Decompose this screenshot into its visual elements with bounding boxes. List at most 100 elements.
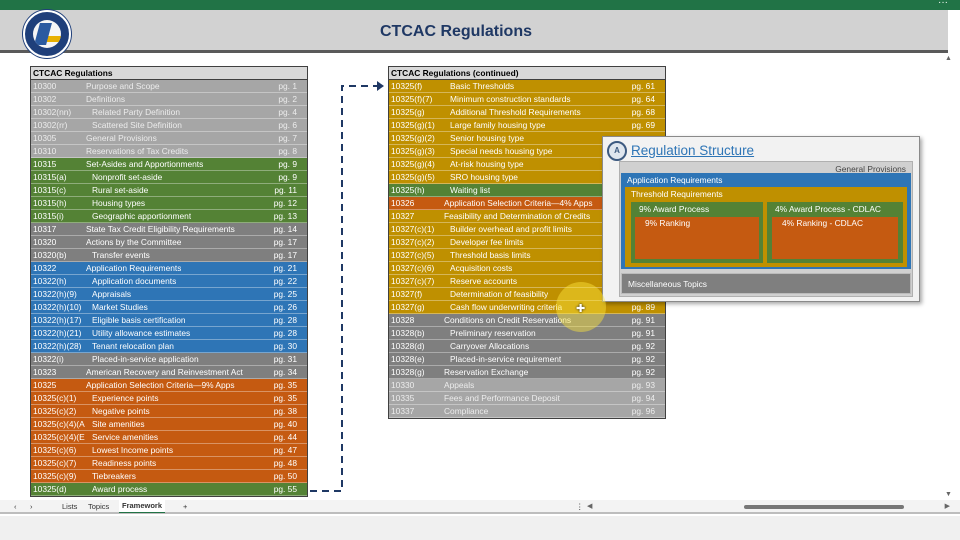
vertical-scrollbar[interactable]: ▲ ▼ — [940, 53, 960, 500]
table-row[interactable]: 10325(f) Basic Thresholds pg. 61 — [389, 80, 665, 93]
table-row[interactable]: 10322(h) Application documents pg. 22 — [31, 275, 307, 288]
table-row[interactable]: 10330 Appeals pg. 93 — [389, 379, 665, 392]
table-row[interactable]: 10310 Reservations of Tax Credits pg. 8 — [31, 145, 307, 158]
row-code: 10315 — [33, 159, 57, 169]
tab-lists[interactable]: Lists — [62, 502, 77, 511]
table-row[interactable]: 10322(h)(21) Utility allowance estimates p… — [31, 327, 307, 340]
ranking-9-box[interactable]: 9% Ranking — [635, 217, 759, 259]
connector-arrow — [310, 81, 384, 492]
row-desc: Set-Asides and Apportionments — [86, 159, 204, 169]
row-code: 10328(g) — [391, 367, 425, 377]
table-row[interactable]: 10325(c)(1) Experience points pg. 35 — [31, 392, 307, 405]
row-page: pg. 50 — [273, 471, 297, 481]
row-code: 10322(h)(9) — [33, 289, 77, 299]
scroll-left-icon[interactable]: ◀ — [587, 502, 592, 510]
table-row[interactable]: 10325(c)(9) Tiebreakers pg. 50 — [31, 470, 307, 483]
row-page: pg. 28 — [273, 328, 297, 338]
scroll-thumb[interactable] — [744, 505, 904, 509]
row-page: pg. 1 — [278, 81, 297, 91]
table-row[interactable]: 10315(h) Housing types pg. 12 — [31, 197, 307, 210]
row-desc: Service amenities — [92, 432, 159, 442]
table-row[interactable]: 10328(e) Placed-in-service requirement pg.… — [389, 353, 665, 366]
row-page: pg. 93 — [631, 380, 655, 390]
row-desc: State Tax Credit Eligibility Requirement… — [86, 224, 235, 234]
table-row[interactable]: 10325(g)(1) Large family housing type pg. … — [389, 119, 665, 132]
table-row[interactable]: 10328(g) Reservation Exchange pg. 92 — [389, 366, 665, 379]
table-row[interactable]: 10325(c)(4)(E Service amenities pg. 44 — [31, 431, 307, 444]
table-row[interactable]: 10315 Set-Asides and Apportionments pg. 9 — [31, 158, 307, 171]
table-row[interactable]: 10328 Conditions on Credit Reservations pg… — [389, 314, 665, 327]
row-page: pg. 96 — [631, 406, 655, 416]
misc-topics-box[interactable]: Miscellaneous Topics — [621, 273, 911, 294]
cursor-icon: ✚ — [576, 303, 586, 315]
table-row[interactable]: 10300 Purpose and Scope pg. 1 — [31, 80, 307, 93]
table-row[interactable]: 10327(g) Cash flow underwriting criteria p… — [389, 301, 665, 314]
row-desc: Cash flow underwriting criteria — [450, 302, 563, 312]
next-sheet-icon[interactable]: › — [30, 502, 33, 511]
add-sheet-button[interactable]: + — [183, 502, 187, 511]
table-row[interactable]: 10325(d) Award process pg. 55 — [31, 483, 307, 496]
row-code: 10327(c)(6) — [391, 263, 435, 273]
table-row[interactable]: 10325(f)(7) Minimum construction standard… — [389, 93, 665, 106]
row-code: 10325(c)(2) — [33, 406, 77, 416]
table-row[interactable]: 10328(b) Preliminary reservation pg. 91 — [389, 327, 665, 340]
table-row[interactable]: 10325 Application Selection Criteria—9% A… — [31, 379, 307, 392]
row-code: 10327(c)(5) — [391, 250, 435, 260]
table-row[interactable]: 10320(b) Transfer events pg. 17 — [31, 249, 307, 262]
row-page: pg. 28 — [273, 315, 297, 325]
row-page: pg. 38 — [273, 406, 297, 416]
scroll-up-icon[interactable]: ▲ — [945, 55, 952, 62]
row-desc: Compliance — [444, 406, 489, 416]
table-row[interactable]: 10323 American Recovery and Reinvestment … — [31, 366, 307, 379]
table-row[interactable]: 10325(c)(6) Lowest Income points pg. 47 — [31, 444, 307, 457]
tab-topics[interactable]: Topics — [88, 502, 109, 511]
row-page: pg. 22 — [273, 276, 297, 286]
table-row[interactable]: 10322(h)(10) Market Studies pg. 26 — [31, 301, 307, 314]
table-row[interactable]: 10335 Fees and Performance Deposit pg. 94 — [389, 392, 665, 405]
table-row[interactable]: 10320 Actions by the Committee pg. 17 — [31, 236, 307, 249]
table-row[interactable]: 10325(c)(4)(A Site amenities pg. 40 — [31, 418, 307, 431]
table-row[interactable]: 10302 Definitions pg. 2 — [31, 93, 307, 106]
table-row[interactable]: 10325(c)(7) Readiness points pg. 48 — [31, 457, 307, 470]
scroll-down-icon[interactable]: ▼ — [945, 491, 952, 498]
row-desc: Application documents — [92, 276, 177, 286]
row-code: 10325(d) — [33, 484, 67, 494]
row-desc: Nonprofit set-aside — [92, 172, 163, 182]
table-row[interactable]: 10328(d) Carryover Allocations pg. 92 — [389, 340, 665, 353]
table-header: CTCAC Regulations — [31, 67, 307, 80]
row-page: pg. 6 — [278, 120, 297, 130]
popup-title-link[interactable]: Regulation Structure — [631, 143, 754, 158]
table-row[interactable]: 10322(i) Placed-in-service application pg.… — [31, 353, 307, 366]
table-row[interactable]: 10322(h)(9) Appraisals pg. 25 — [31, 288, 307, 301]
table-row[interactable]: 10322 Application Requirements pg. 21 — [31, 262, 307, 275]
table-row[interactable]: 10302(rr) Scattered Site Definition pg. 6 — [31, 119, 307, 132]
table-row[interactable]: 10305 General Provisions pg. 7 — [31, 132, 307, 145]
row-code: 10305 — [33, 133, 57, 143]
row-desc: Placed-in-service requirement — [450, 354, 562, 364]
scroll-right-icon[interactable]: ▶ — [945, 502, 950, 510]
row-code: 10325(c)(4)(A — [33, 419, 85, 429]
tab-framework[interactable]: Framework — [119, 500, 166, 513]
regulation-structure-popup[interactable]: A Regulation Structure General Provision… — [602, 136, 920, 302]
table-row[interactable]: 10325(g) Additional Threshold Requirement… — [389, 106, 665, 119]
table-row[interactable]: 10315(i) Geographic apportionment pg. 13 — [31, 210, 307, 223]
row-desc: Senior housing type — [450, 133, 525, 143]
horizontal-scrollbar[interactable]: ◀ ▶ — [587, 503, 950, 511]
table-row[interactable]: 10315(a) Nonprofit set-aside pg. 9 — [31, 171, 307, 184]
row-page: pg. 12 — [273, 198, 297, 208]
row-desc: Experience points — [92, 393, 159, 403]
table-row[interactable]: 10322(h)(17) Eligible basis certification… — [31, 314, 307, 327]
table-row[interactable]: 10302(nn) Related Party Definition pg. 4 — [31, 106, 307, 119]
table-row[interactable]: 10315(c) Rural set-aside pg. 11 — [31, 184, 307, 197]
table-row[interactable]: 10322(h)(28) Tenant relocation plan pg. 30 — [31, 340, 307, 353]
splitter-icon[interactable]: ⋮ — [576, 502, 584, 511]
prev-sheet-icon[interactable]: ‹ — [14, 502, 17, 511]
page-title: CTCAC Regulations — [380, 23, 532, 40]
table-row[interactable]: 10337 Compliance pg. 96 — [389, 405, 665, 418]
table-row[interactable]: 10325(c)(2) Negative points pg. 38 — [31, 405, 307, 418]
row-code: 10325(g)(4) — [391, 159, 435, 169]
table-row[interactable]: 10317 State Tax Credit Eligibility Requir… — [31, 223, 307, 236]
row-code: 10325(g)(3) — [391, 146, 435, 156]
more-icon[interactable]: ··· — [938, 0, 948, 8]
ranking-4-box[interactable]: 4% Ranking - CDLAC — [772, 217, 898, 259]
